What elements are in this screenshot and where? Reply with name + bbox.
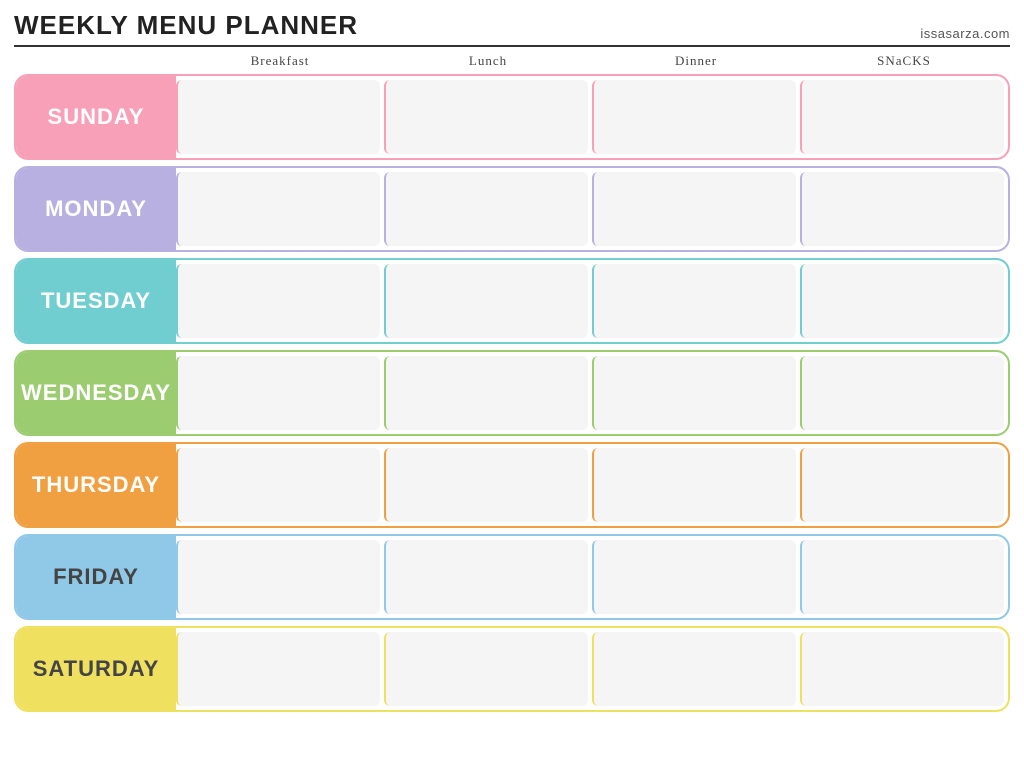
tuesday-breakfast[interactable] (176, 264, 380, 338)
saturday-lunch[interactable] (384, 632, 588, 706)
monday-snacks[interactable] (800, 172, 1004, 246)
sunday-breakfast[interactable] (176, 80, 380, 154)
row-thursday: thursdaY (14, 442, 1010, 528)
wednesday-breakfast[interactable] (176, 356, 380, 430)
sunday-snacks[interactable] (800, 80, 1004, 154)
day-label-thursday: thursdaY (16, 444, 176, 526)
day-label-monday: Monday (16, 168, 176, 250)
saturday-snacks[interactable] (800, 632, 1004, 706)
sunday-dinner[interactable] (592, 80, 796, 154)
day-label-saturday: Saturday (16, 628, 176, 710)
day-label-tuesday: Tuesday (16, 260, 176, 342)
column-headers: Breakfast Lunch Dinner SNaCKS (14, 53, 1010, 69)
day-label-friday: Friday (16, 536, 176, 618)
thursday-breakfast[interactable] (176, 448, 380, 522)
monday-lunch[interactable] (384, 172, 588, 246)
page-title: Weekly Menu Planner (14, 10, 358, 41)
monday-breakfast[interactable] (176, 172, 380, 246)
row-friday: Friday (14, 534, 1010, 620)
thursday-dinner[interactable] (592, 448, 796, 522)
wednesday-snacks[interactable] (800, 356, 1004, 430)
col-header-breakfast: Breakfast (176, 53, 384, 69)
col-header-lunch: Lunch (384, 53, 592, 69)
row-tuesday: Tuesday (14, 258, 1010, 344)
wednesday-dinner[interactable] (592, 356, 796, 430)
header: Weekly Menu Planner issasarza.com (14, 10, 1010, 47)
saturday-dinner[interactable] (592, 632, 796, 706)
friday-snacks[interactable] (800, 540, 1004, 614)
day-label-sunday: Sunday (16, 76, 176, 158)
saturday-breakfast[interactable] (176, 632, 380, 706)
row-wednesday: Wednesday (14, 350, 1010, 436)
tuesday-dinner[interactable] (592, 264, 796, 338)
day-label-wednesday: Wednesday (16, 352, 176, 434)
friday-breakfast[interactable] (176, 540, 380, 614)
thursday-snacks[interactable] (800, 448, 1004, 522)
page-container: Weekly Menu Planner issasarza.com Breakf… (14, 10, 1010, 712)
friday-lunch[interactable] (384, 540, 588, 614)
tuesday-lunch[interactable] (384, 264, 588, 338)
monday-dinner[interactable] (592, 172, 796, 246)
row-saturday: Saturday (14, 626, 1010, 712)
wednesday-lunch[interactable] (384, 356, 588, 430)
col-header-dinner: Dinner (592, 53, 800, 69)
planner-grid: Sunday Monday Tuesday (14, 74, 1010, 712)
row-monday: Monday (14, 166, 1010, 252)
site-url: issasarza.com (920, 26, 1010, 41)
thursday-lunch[interactable] (384, 448, 588, 522)
row-sunday: Sunday (14, 74, 1010, 160)
sunday-lunch[interactable] (384, 80, 588, 154)
friday-dinner[interactable] (592, 540, 796, 614)
col-header-snacks: SNaCKS (800, 53, 1008, 69)
tuesday-snacks[interactable] (800, 264, 1004, 338)
